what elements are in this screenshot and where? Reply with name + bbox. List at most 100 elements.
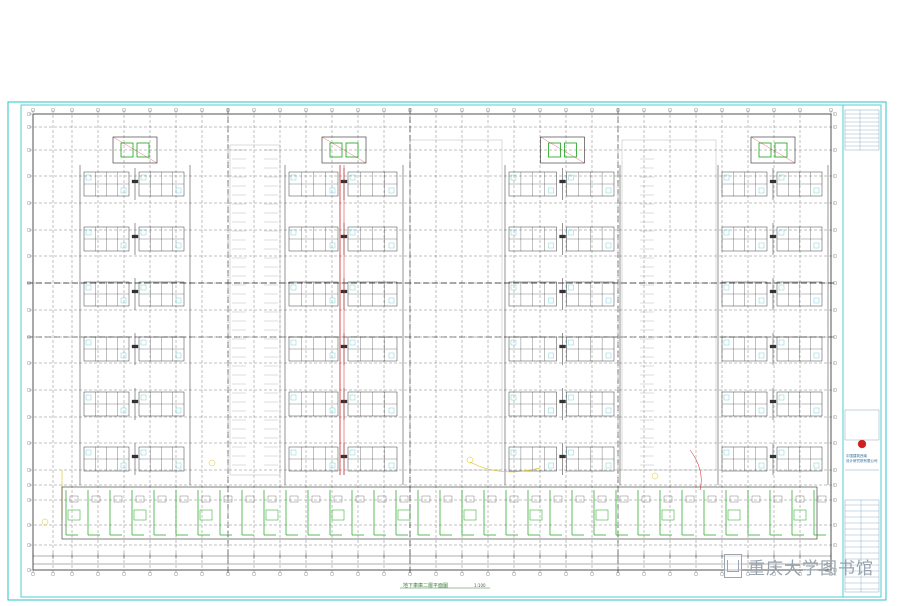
unit-fixture: [175, 352, 182, 359]
tower-block-4: [717, 136, 829, 485]
tower-block-3: [504, 136, 621, 485]
unit-fixture: [510, 174, 517, 181]
unit-fixture: [813, 242, 820, 249]
room-fixture: [465, 495, 475, 503]
room-fixture: [575, 495, 585, 503]
unit-fixture: [548, 407, 554, 414]
unit-fixture: [388, 242, 395, 249]
room-fixture: [377, 495, 387, 503]
unit-fixture: [813, 187, 820, 194]
unit-fixture: [568, 174, 574, 181]
equipment-room: [133, 509, 147, 521]
room-fixture: [641, 495, 651, 503]
outer-frame: [7, 101, 887, 601]
unit-fixture: [388, 407, 395, 414]
unit-fixture: [120, 242, 127, 249]
planting-mark: [651, 472, 659, 480]
equipment-room: [331, 509, 345, 521]
unit-fixture: [723, 394, 730, 401]
unit-fixture: [388, 297, 395, 304]
room-fixture: [729, 495, 739, 503]
drawing-scale: 1:100: [474, 583, 486, 588]
room-label-mark: [559, 179, 566, 184]
room-label-mark: [559, 344, 566, 349]
room-fixture: [201, 495, 211, 503]
unit-fixture: [349, 284, 356, 291]
unit-fixture: [723, 449, 730, 456]
room-label-mark: [769, 234, 777, 239]
unit-fixture: [120, 407, 127, 414]
unit-fixture: [290, 339, 297, 346]
equipment-room: [727, 509, 741, 521]
room-label-mark: [559, 234, 566, 239]
unit-fixture: [605, 352, 612, 359]
unit-fixture: [388, 187, 395, 194]
room-label-mark: [769, 454, 777, 459]
room-fixture: [663, 495, 673, 503]
unit-fixture: [85, 339, 92, 346]
room-fixture: [157, 495, 167, 503]
unit-fixture: [548, 462, 554, 469]
equipment-room: [463, 509, 477, 521]
unit-fixture: [605, 297, 612, 304]
room-label-mark: [769, 344, 777, 349]
room-label-mark: [131, 234, 139, 239]
unit-fixture: [175, 407, 182, 414]
library-logo-icon: [724, 554, 742, 578]
unit-fixture: [329, 352, 336, 359]
parking-zone: [409, 139, 503, 471]
planting-mark: [208, 459, 216, 467]
company-name-line-2: 设计研究院有限公司: [846, 459, 878, 463]
drawing-title: 地下車庫二層平面圖: [403, 583, 449, 589]
room-fixture: [289, 495, 299, 503]
unit-fixture: [510, 284, 517, 291]
unit-fixture: [120, 187, 127, 194]
room-label-mark: [769, 399, 777, 404]
unit-fixture: [120, 462, 127, 469]
unit-fixture: [388, 352, 395, 359]
watermark-text: 重庆大学图书馆: [748, 558, 874, 579]
library-watermark: 重庆大学图书馆: [724, 553, 874, 579]
room-fixture: [135, 495, 145, 503]
unit-fixture: [510, 229, 517, 236]
unit-fixture: [723, 284, 730, 291]
unit-fixture: [813, 407, 820, 414]
unit-fixture: [758, 242, 765, 249]
room-fixture: [113, 495, 123, 503]
cad-drawing-sheet: [7, 101, 887, 601]
unit-fixture: [548, 297, 554, 304]
equipment-room: [397, 509, 411, 521]
unit-fixture: [758, 352, 765, 359]
unit-fixture: [85, 284, 92, 291]
unit-fixture: [813, 462, 820, 469]
unit-fixture: [329, 462, 336, 469]
room-fixture: [311, 495, 321, 503]
room-fixture: [421, 495, 431, 503]
unit-fixture: [510, 449, 517, 456]
room-fixture: [179, 495, 189, 503]
room-fixture: [267, 495, 277, 503]
unit-fixture: [813, 297, 820, 304]
room-fixture: [91, 495, 101, 503]
unit-fixture: [175, 462, 182, 469]
planting-mark: [41, 518, 49, 526]
unit-fixture: [510, 339, 517, 346]
unit-fixture: [85, 394, 92, 401]
unit-fixture: [290, 229, 297, 236]
equipment-room: [595, 509, 609, 521]
unit-fixture: [140, 174, 147, 181]
title-block: [844, 109, 880, 593]
unit-fixture: [140, 394, 147, 401]
unit-fixture: [778, 394, 785, 401]
room-label-mark: [559, 454, 566, 459]
equipment-room: [67, 509, 81, 521]
unit-fixture: [778, 449, 785, 456]
core-diagonal: [750, 136, 796, 164]
unit-fixture: [349, 339, 356, 346]
unit-fixture: [758, 187, 765, 194]
unit-fixture: [140, 229, 147, 236]
core-diagonal: [540, 136, 585, 164]
room-fixture: [399, 495, 409, 503]
unit-fixture: [510, 394, 517, 401]
unit-fixture: [548, 352, 554, 359]
